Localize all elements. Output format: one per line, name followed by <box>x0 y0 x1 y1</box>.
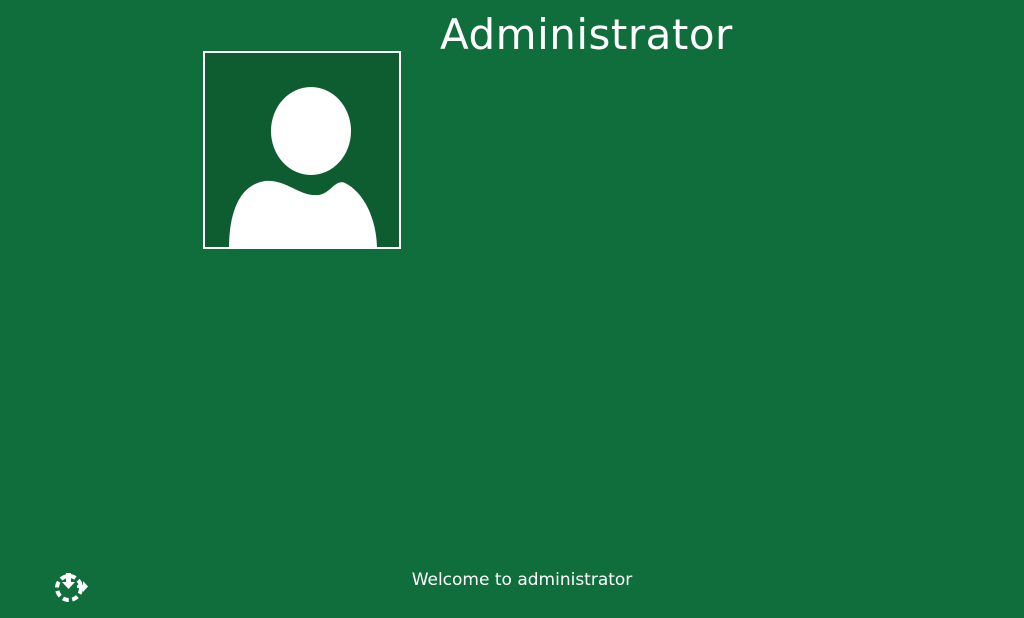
welcome-message: Welcome to administrator <box>411 570 633 590</box>
ease-of-access-icon <box>55 573 88 602</box>
user-name-title: Administrator <box>440 10 733 59</box>
ease-of-access-button[interactable] <box>53 571 89 605</box>
login-screen: Administrator Welcome to administrator <box>0 0 1024 618</box>
user-avatar-tile <box>203 51 401 249</box>
user-silhouette-icon <box>229 87 377 247</box>
